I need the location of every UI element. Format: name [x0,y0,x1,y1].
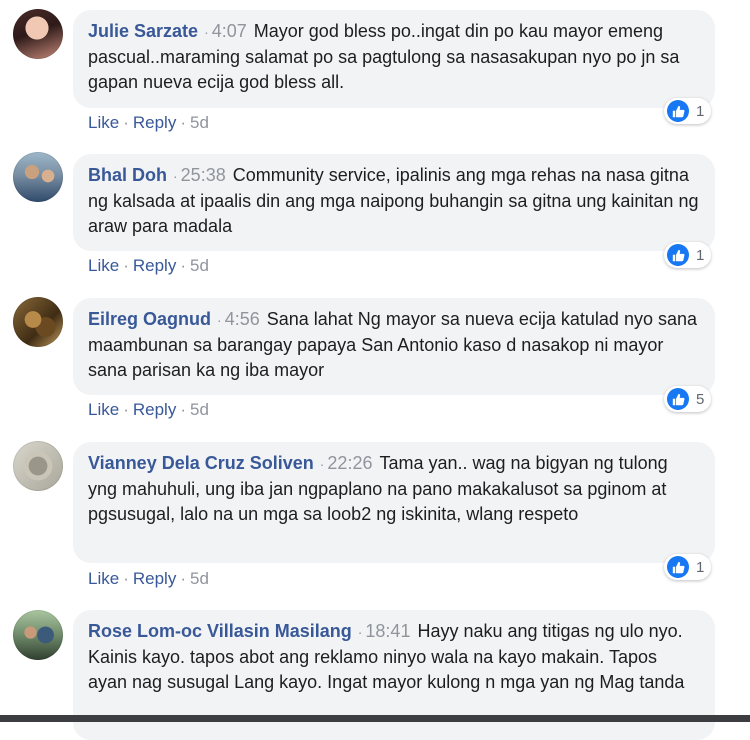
comment-timestamp[interactable]: 4:07 [212,21,247,41]
comment-age[interactable]: 5d [190,256,209,275]
avatar[interactable] [13,610,63,660]
avatar[interactable] [13,152,63,202]
reaction-count-value: 1 [696,558,705,576]
comment-actions: Like · Reply · 5d [88,400,209,420]
comment-actions: Like · Reply · 5d [88,256,209,276]
action-separator: · [180,400,186,419]
comment-bubble: Bhal Doh · 25:38 Community service, ipalini… [73,154,715,251]
like-button[interactable]: Like [88,569,119,588]
reply-button[interactable]: Reply [133,400,176,419]
comment-timestamp[interactable]: 18:41 [365,621,410,641]
reaction-count[interactable]: 1 [664,242,712,268]
comment-author[interactable]: Rose Lom-oc Villasin Masilang [88,621,352,641]
meta-separator: · [357,624,363,640]
meta-separator: · [319,456,325,472]
reaction-count[interactable]: 5 [664,386,712,412]
comment-age[interactable]: 5d [190,113,209,132]
like-icon [667,388,689,410]
comment-age[interactable]: 5d [190,569,209,588]
like-icon [667,244,689,266]
comment-author[interactable]: Julie Sarzate [88,21,198,41]
meta-separator: · [204,24,209,40]
action-separator: · [123,113,129,132]
action-separator: · [123,569,129,588]
comment-bubble: Vianney Dela Cruz Soliven · 22:26 Tama yan.… [73,442,715,563]
avatar[interactable] [13,297,63,347]
reply-button[interactable]: Reply [133,256,176,275]
action-separator: · [180,256,186,275]
reaction-count-value: 1 [696,246,705,264]
comment-author[interactable]: Vianney Dela Cruz Soliven [88,453,314,473]
action-separator: · [180,113,186,132]
action-separator: · [123,400,129,419]
reaction-count-value: 1 [696,102,705,120]
like-button[interactable]: Like [88,256,119,275]
comment-bubble: Julie Sarzate · 4:07 Mayor god bless po..in… [73,10,715,108]
comment-author[interactable]: Eilreg Oagnud [88,309,211,329]
reply-button[interactable]: Reply [133,569,176,588]
comment-actions: Like · Reply · 5d [88,569,209,589]
avatar[interactable] [13,9,63,59]
comment-age[interactable]: 5d [190,400,209,419]
comment-actions: Like · Reply · 5d [88,113,209,133]
reply-button[interactable]: Reply [133,113,176,132]
comment-bubble: Eilreg Oagnud · 4:56 Sana lahat Ng mayor sa… [73,298,715,395]
comment-text: Community service, ipalinis ang mga reha… [88,165,699,236]
like-button[interactable]: Like [88,400,119,419]
action-separator: · [123,256,129,275]
reaction-count-value: 5 [696,390,705,408]
meta-separator: · [173,168,178,184]
avatar[interactable] [13,441,63,491]
comment-timestamp[interactable]: 25:38 [181,165,226,185]
reaction-count[interactable]: 1 [664,554,712,580]
like-icon [667,100,689,122]
comment-timestamp[interactable]: 4:56 [225,309,260,329]
like-icon [667,556,689,578]
bottom-bar [0,715,750,722]
reaction-count[interactable]: 1 [664,98,712,124]
like-button[interactable]: Like [88,113,119,132]
meta-separator: · [217,312,222,328]
comment-timestamp[interactable]: 22:26 [327,453,372,473]
comment-author[interactable]: Bhal Doh [88,165,167,185]
action-separator: · [180,569,186,588]
